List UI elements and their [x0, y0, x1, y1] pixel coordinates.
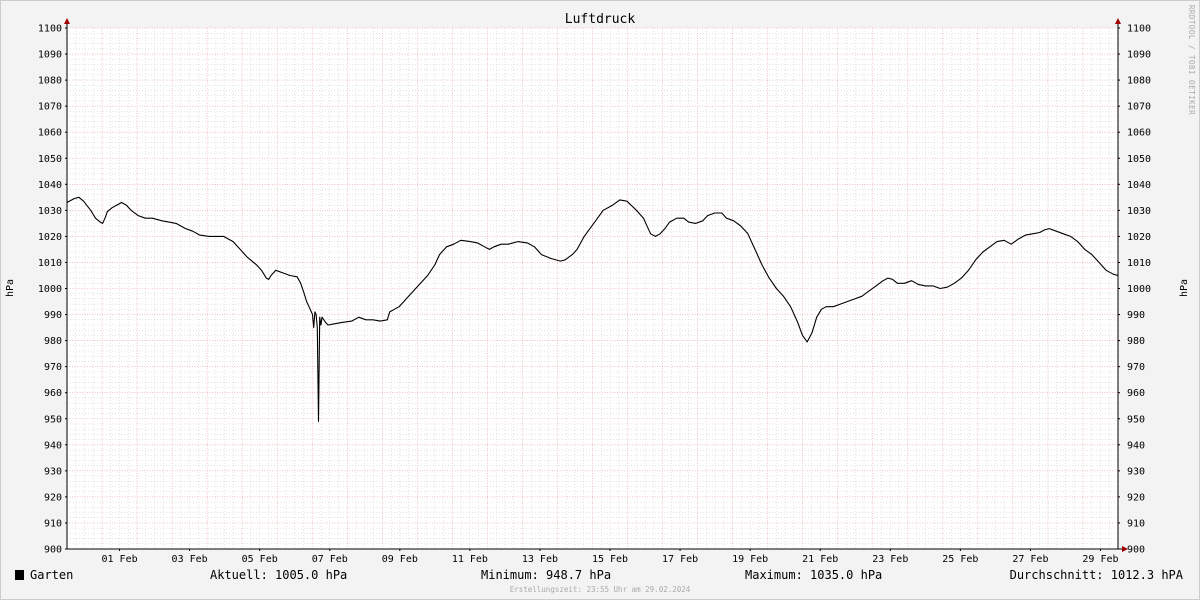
footer-timestamp: Erstellungszeit: 23:55 Uhr am 29.02.2024 [510, 585, 691, 594]
y-axis-label-right: hPa [1179, 279, 1190, 297]
y-tick-label-right: 1090 [1127, 50, 1151, 61]
legend-durchschnitt: Durchschnitt: 1012.3 hPA [1010, 568, 1184, 582]
x-tick-label: 27 Feb [1012, 554, 1048, 565]
y-tick-label-right: 1000 [1127, 284, 1151, 295]
chart-container: 900 910 920 930 940 950 960 970 980 990 1000 1010 10… [0, 0, 1200, 600]
y-tick-label-left: 960 [44, 388, 62, 399]
x-tick-label: 03 Feb [172, 554, 208, 565]
y-tick-label-left: 980 [44, 336, 62, 347]
legend-minimum: Minimum: 948.7 hPa [481, 568, 611, 582]
y-tick-label-right: 990 [1127, 310, 1145, 321]
y-tick-label-left: 900 [44, 545, 62, 556]
y-tick-label-right: 1070 [1127, 102, 1151, 113]
y-tick-label-right: 950 [1127, 414, 1145, 425]
x-tick-label: 23 Feb [872, 554, 908, 565]
watermark: RRDTOOL / TOBI OETIKER [1187, 5, 1196, 115]
y-tick-label-left: 1030 [38, 206, 62, 217]
y-tick-label-right: 940 [1127, 440, 1145, 451]
y-tick-label-left: 940 [44, 440, 62, 451]
x-tick-label: 21 Feb [802, 554, 838, 565]
y-tick-label-right: 1040 [1127, 180, 1151, 191]
y-tick-label-left: 920 [44, 492, 62, 503]
legend-series-name: Garten [30, 568, 73, 582]
y-tick-label-right: 970 [1127, 362, 1145, 373]
legend-swatch [15, 570, 24, 580]
y-tick-label-left: 1060 [38, 128, 62, 139]
y-tick-label-left: 1040 [38, 180, 62, 191]
y-tick-label-right: 920 [1127, 492, 1145, 503]
y-tick-label-left: 950 [44, 414, 62, 425]
y-tick-label-right: 1030 [1127, 206, 1151, 217]
y-tick-label-left: 1100 [38, 24, 62, 35]
y-tick-label-right: 900 [1127, 545, 1145, 556]
x-tick-label: 25 Feb [942, 554, 978, 565]
y-tick-label-right: 910 [1127, 518, 1145, 529]
y-tick-label-left: 930 [44, 466, 62, 477]
y-tick-label-right: 1100 [1127, 24, 1151, 35]
y-tick-label-right: 1060 [1127, 128, 1151, 139]
legend-maximum: Maximum: 1035.0 hPa [745, 568, 882, 582]
y-tick-label-left: 1090 [38, 50, 62, 61]
major-grid [67, 27, 1118, 550]
x-tick-label: 07 Feb [312, 554, 348, 565]
chart-title: Luftdruck [565, 12, 636, 27]
y-tick-label-right: 960 [1127, 388, 1145, 399]
x-tick-label: 13 Feb [522, 554, 558, 565]
x-tick-label: 15 Feb [592, 554, 628, 565]
x-tick-label: 11 Feb [452, 554, 488, 565]
x-tick-label: 09 Feb [382, 554, 418, 565]
x-tick-label: 29 Feb [1082, 554, 1118, 565]
y-tick-label-left: 970 [44, 362, 62, 373]
y-tick-label-right: 980 [1127, 336, 1145, 347]
y-tick-label-left: 1010 [38, 258, 62, 269]
y-tick-label-left: 910 [44, 518, 62, 529]
y-tick-label-left: 1070 [38, 102, 62, 113]
x-tick-label: 17 Feb [662, 554, 698, 565]
y-tick-label-left: 1080 [38, 76, 62, 87]
y-tick-label-left: 1050 [38, 154, 62, 165]
y-tick-label-left: 990 [44, 310, 62, 321]
y-axis-label-left: hPa [5, 279, 16, 297]
y-tick-label-left: 1000 [38, 284, 62, 295]
y-tick-label-right: 930 [1127, 466, 1145, 477]
x-tick-label: 01 Feb [101, 554, 137, 565]
y-tick-label-right: 1080 [1127, 76, 1151, 87]
pressure-chart: 900 910 920 930 940 950 960 970 980 990 1000 1010 10… [0, 0, 1200, 600]
y-tick-label-right: 1020 [1127, 232, 1151, 243]
y-tick-label-right: 1010 [1127, 258, 1151, 269]
x-tick-label: 19 Feb [732, 554, 768, 565]
y-tick-label-right: 1050 [1127, 154, 1151, 165]
x-tick-label: 05 Feb [242, 554, 278, 565]
legend-aktuell: Aktuell: 1005.0 hPa [210, 568, 347, 582]
y-tick-label-left: 1020 [38, 232, 62, 243]
